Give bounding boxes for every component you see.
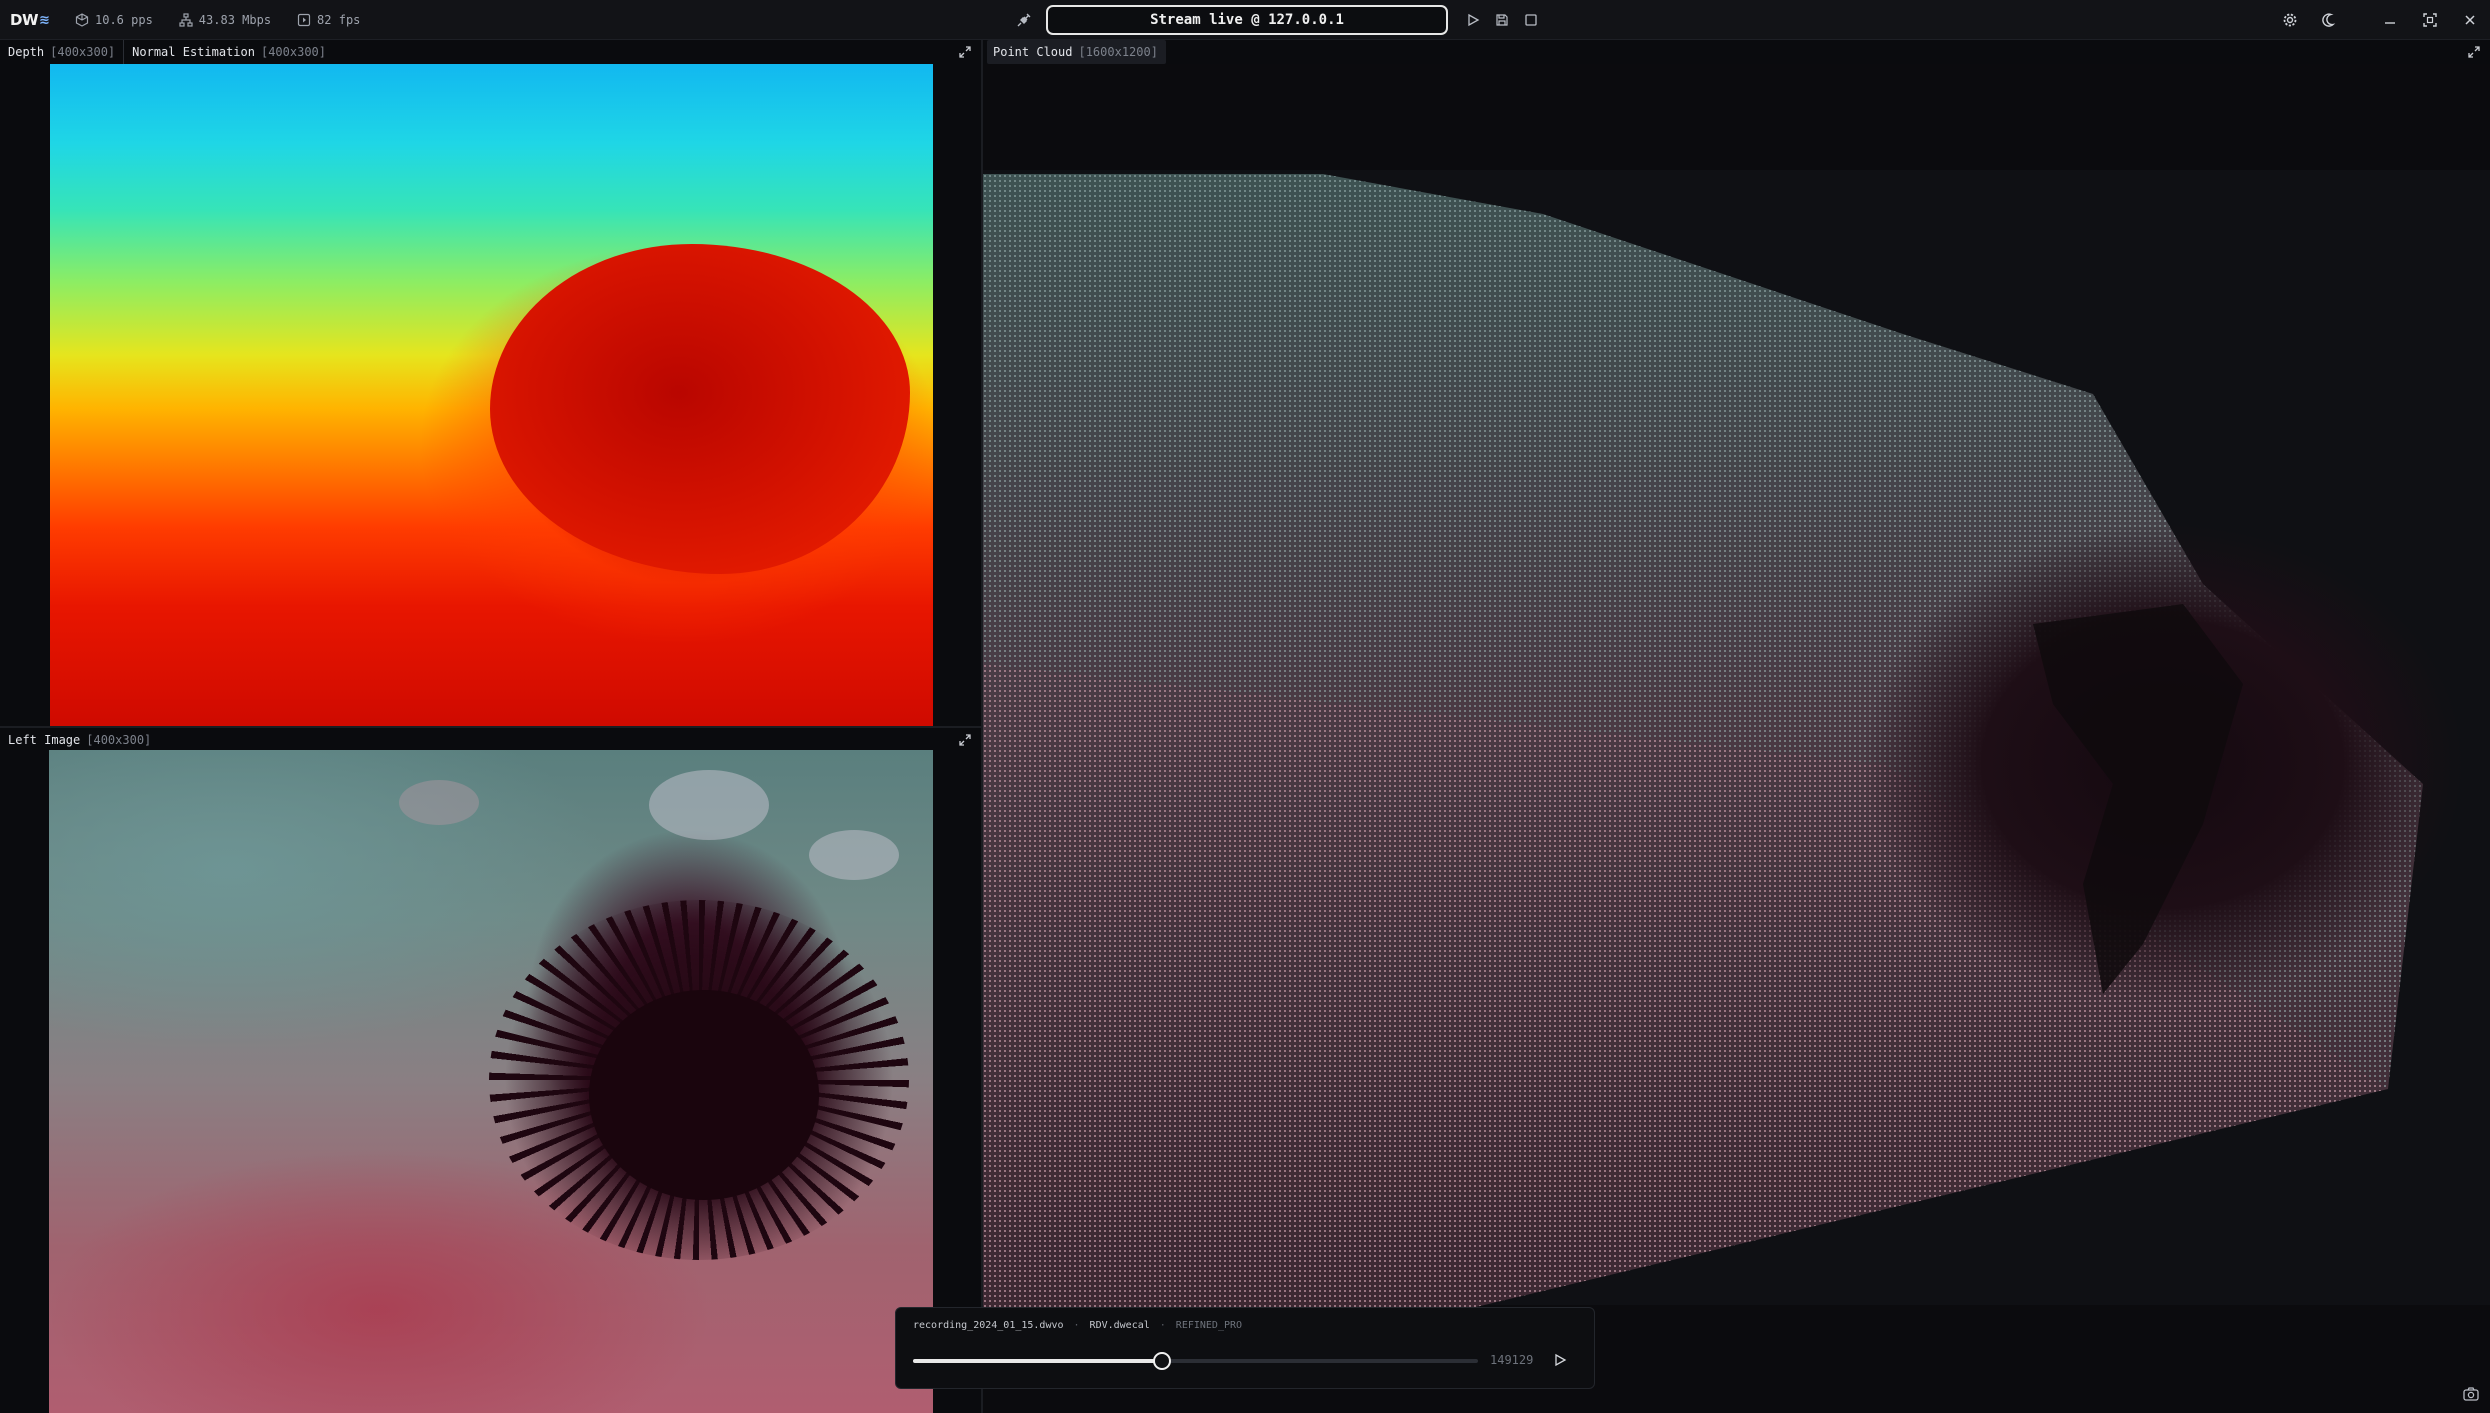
calibration-file-name: RDV.dwecal: [1089, 1320, 1150, 1331]
fps-stat-value: 82 fps: [317, 13, 361, 27]
close-button[interactable]: [2450, 0, 2490, 40]
playback-play-button[interactable]: [1548, 1348, 1572, 1372]
depth-panel: Depth [400x300] Normal Estimation [400x3…: [0, 40, 981, 726]
depth-image: [50, 64, 933, 726]
expand-icon: [959, 46, 971, 58]
plug-icon: [1017, 13, 1031, 27]
camera-icon: [2463, 1387, 2479, 1401]
top-bar: DW ≋ 10.6 pps 43.83 Mbps 82 fps Stream l…: [0, 0, 2490, 40]
theme-toggle-button[interactable]: [2310, 0, 2350, 40]
tab-point-cloud-resolution: [1600x1200]: [1078, 45, 1158, 59]
tab-point-cloud[interactable]: Point Cloud [1600x1200]: [987, 40, 1166, 64]
moon-icon: [2322, 13, 2336, 27]
depth-mode: REFINED_PRO: [1175, 1320, 1243, 1331]
play-button[interactable]: [1460, 6, 1486, 34]
left-camera-image: [49, 750, 933, 1413]
close-icon: [2465, 15, 2475, 25]
stop-icon: [1525, 14, 1537, 26]
tab-point-cloud-label: Point Cloud: [993, 45, 1073, 59]
connect-button[interactable]: [1010, 6, 1038, 34]
point-cloud-panel-header: Point Cloud [1600x1200]: [983, 40, 2490, 64]
logo-wave-icon: ≋: [39, 12, 50, 28]
cube-icon: [75, 13, 89, 27]
meta-separator: ·: [1159, 1320, 1166, 1331]
stream-status-text: Stream live @ 127.0.0.1: [1150, 12, 1344, 28]
play-icon: [1555, 1353, 1567, 1367]
fullscreen-icon: [2423, 13, 2437, 27]
frame-counter: 149129: [1490, 1353, 1534, 1367]
stream-address-field[interactable]: Stream live @ 127.0.0.1: [1046, 5, 1448, 35]
tab-normal-estimation[interactable]: Normal Estimation [400x300]: [123, 40, 334, 64]
points-stat: 10.6 pps: [75, 13, 153, 27]
expand-icon: [2468, 46, 2480, 58]
fps-icon: [297, 13, 311, 27]
minimize-icon: [2385, 22, 2395, 24]
save-button[interactable]: [1489, 6, 1515, 34]
seafloor-rock: [399, 780, 479, 825]
tab-left-image[interactable]: Left Image [400x300]: [8, 728, 159, 752]
tab-left-image-label: Left Image: [8, 733, 81, 747]
playback-progress: [913, 1359, 1162, 1363]
seafloor-rock: [649, 770, 769, 840]
tab-depth-label: Depth: [8, 45, 45, 59]
fullscreen-button[interactable]: [2410, 0, 2450, 40]
points-stat-value: 10.6 pps: [95, 13, 153, 27]
tab-normal-label: Normal Estimation: [132, 45, 255, 59]
settings-icon: [2283, 13, 2297, 27]
tab-normal-resolution: [400x300]: [260, 45, 327, 59]
camera-reset-button[interactable]: [2462, 1385, 2480, 1403]
point-cloud-render[interactable]: [983, 64, 2490, 1413]
left-image-panel-header: Left Image [400x300]: [0, 728, 981, 752]
left-image-expand-button[interactable]: [957, 732, 973, 748]
bandwidth-stat: 43.83 Mbps: [179, 13, 271, 27]
depth-expand-button[interactable]: [957, 44, 973, 60]
stats-bar: 10.6 pps 43.83 Mbps 82 fps: [75, 0, 360, 40]
playback-meta: recording_2024_01_15.dwvo · RDV.dwecal ·…: [913, 1320, 1242, 1331]
left-image-panel: Left Image [400x300]: [0, 728, 981, 1413]
meta-separator: ·: [1073, 1320, 1080, 1331]
tab-left-image-resolution: [400x300]: [86, 733, 152, 747]
save-icon: [1496, 14, 1508, 26]
tab-depth[interactable]: Depth [400x300]: [8, 40, 123, 64]
point-cloud-panel: Point Cloud [1600x1200]: [983, 40, 2490, 64]
point-cloud-expand-button[interactable]: [2466, 44, 2482, 60]
app-logo: DW ≋: [10, 10, 50, 30]
stream-controls: Stream live @ 127.0.0.1: [1010, 0, 1544, 40]
settings-button[interactable]: [2270, 0, 2310, 40]
play-icon: [1468, 13, 1480, 27]
network-icon: [179, 13, 193, 27]
depth-object-region: [490, 244, 910, 574]
stop-button[interactable]: [1518, 6, 1544, 34]
bandwidth-stat-value: 43.83 Mbps: [198, 13, 272, 27]
playback-timeline[interactable]: [913, 1352, 1478, 1370]
window-controls: [2270, 0, 2490, 40]
logo-text: DW: [10, 11, 39, 29]
depth-panel-header: Depth [400x300] Normal Estimation [400x3…: [0, 40, 981, 64]
playback-bar: recording_2024_01_15.dwvo · RDV.dwecal ·…: [895, 1307, 1595, 1389]
fps-stat: 82 fps: [297, 13, 360, 27]
expand-icon: [959, 734, 971, 746]
playback-scrubber-handle[interactable]: [1152, 1352, 1171, 1370]
minimize-button[interactable]: [2370, 0, 2410, 40]
tab-depth-resolution: [400x300]: [50, 45, 116, 59]
sea-urchin-body: [589, 990, 819, 1200]
seafloor-rock: [809, 830, 899, 880]
recording-file-name: recording_2024_01_15.dwvo: [913, 1320, 1064, 1331]
